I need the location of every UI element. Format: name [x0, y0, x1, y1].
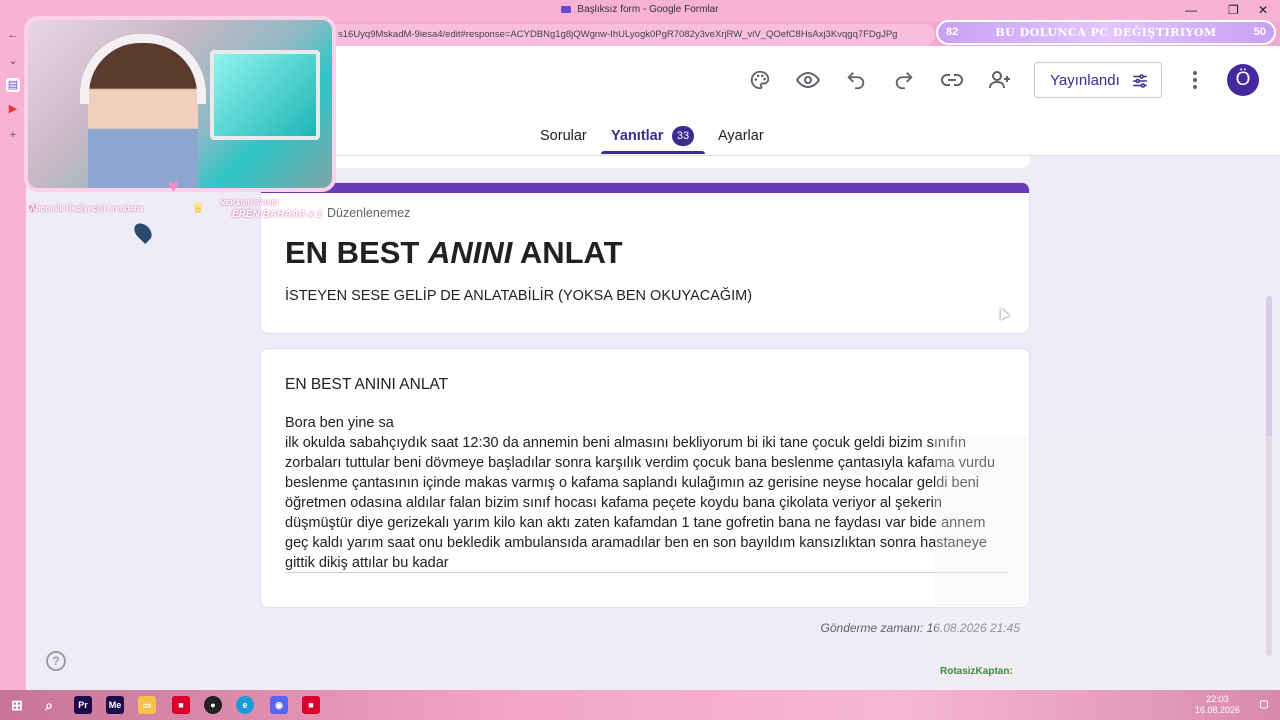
window-title: Başlıksız form - Google Formlar — [0, 4, 1280, 15]
form-title-part3: ANLAT — [512, 235, 623, 270]
add-collaborator-icon[interactable] — [988, 68, 1012, 92]
window-title-text: Başlıksız form - Google Formlar — [577, 4, 719, 15]
chevron-down-icon[interactable]: ⌄ — [6, 54, 20, 68]
responses-count-badge: 33 — [672, 126, 694, 146]
chat-username: RotasizKaptan: — [940, 666, 1013, 677]
publish-settings-icon — [1131, 72, 1149, 94]
windows-taskbar: ⊞ ⌕ Pr Me ▭ ■ ● e ◉ ■ 22:03 16.08.2026 ▢ — [0, 690, 1280, 720]
new-tab-icon[interactable]: + — [6, 128, 20, 142]
submission-timestamp: Gönderme zamanı: 16.08.2026 21:45 — [820, 621, 1020, 635]
windows-start-icon[interactable]: ⊞ — [8, 696, 26, 714]
form-title-part2: ANINI — [427, 235, 513, 270]
form-description: İSTEYEN SESE GELİP DE ANLATABİLİR (YOKSA… — [285, 288, 753, 304]
link-icon[interactable] — [940, 68, 964, 92]
youtube-tab-icon[interactable]: ▶ — [6, 102, 20, 116]
goal-target: 50 — [1253, 26, 1266, 38]
discord-icon[interactable]: ◉ — [270, 696, 288, 714]
maximize-icon[interactable]: ❐ — [1228, 3, 1239, 17]
minimize-icon[interactable]: — — [1185, 3, 1197, 17]
form-title-part1: EN BEST — [285, 235, 428, 270]
owner-title-label: MEKANIN SAHIBI — [220, 200, 279, 207]
non-editable-note: Düzenlenemez — [327, 206, 411, 220]
headset-icon — [80, 34, 206, 104]
stream-chat-overlay — [935, 436, 1280, 690]
more-options-icon[interactable] — [1183, 68, 1207, 92]
notifications-icon[interactable]: ▢ — [1255, 696, 1273, 714]
webcam-feed — [24, 16, 336, 192]
publish-button[interactable]: Yayınlandı — [1034, 62, 1162, 98]
webcam-monitor-shape — [210, 50, 320, 140]
help-icon[interactable]: ? — [46, 651, 66, 671]
subgift-label: Abonelik Hediyecisi erenbaha — [30, 204, 144, 213]
system-clock[interactable]: 22:03 16.08.2026 — [1195, 694, 1240, 716]
browser-sidebar: ← ⌄ ▤ ▶ + — [0, 22, 26, 690]
tab-questions[interactable]: Sorular — [540, 128, 587, 144]
close-icon[interactable]: ✕ — [1258, 3, 1268, 17]
response-card: EN BEST ANINI ANLAT Bora ben yine sa ilk… — [260, 348, 1030, 608]
chat-text: ... — [1015, 666, 1024, 677]
publish-label: Yayınlandı — [1050, 71, 1120, 89]
undo-icon[interactable] — [844, 68, 868, 92]
redo-icon[interactable] — [892, 68, 916, 92]
avatar[interactable]: Ö — [1227, 64, 1259, 96]
stream-goal-banner: 82 BU DOLUNCA PC DEĞIŞTIRIYOM 50 — [936, 20, 1276, 45]
forms-favicon-icon — [561, 5, 572, 13]
tab-settings[interactable]: Ayarlar — [718, 128, 764, 144]
premiere-icon[interactable]: Pr — [74, 696, 92, 714]
media-encoder-icon[interactable]: Me — [106, 696, 124, 714]
edge-icon[interactable]: e — [236, 696, 254, 714]
forms-tab-icon[interactable]: ▤ — [6, 78, 20, 92]
active-tab-indicator — [601, 151, 705, 154]
app-icon-red[interactable]: ■ — [172, 696, 190, 714]
preview-eye-icon[interactable] — [796, 68, 820, 92]
obs-icon[interactable]: ● — [204, 696, 222, 714]
owner-name-label: EREN BAHAAA x 1 — [232, 209, 323, 220]
form-header-card: Düzenlenemez EN BEST ANINI ANLAT İSTEYEN… — [260, 182, 1030, 334]
clock-date: 16.08.2026 — [1194, 705, 1240, 715]
question-title: EN BEST ANINI ANLAT — [285, 376, 449, 393]
answer-line: Bora ben yine sa — [285, 415, 394, 431]
file-explorer-icon[interactable]: ▭ — [138, 696, 156, 714]
tab-responses[interactable]: Yanıtlar — [611, 128, 663, 144]
search-icon[interactable]: ⌕ — [40, 696, 58, 714]
crown-icon: ♛ — [192, 200, 205, 216]
answer-underline — [285, 572, 1007, 573]
form-title: EN BEST ANINI ANLAT — [285, 235, 623, 271]
url-text: s16Uyq9MskadM-9iesa4/edit#response=ACYDB… — [338, 29, 898, 40]
answer-paragraph: ilk okulda sabahçıydık saat 12:30 da ann… — [285, 435, 996, 571]
heart-icon: ♥ — [168, 176, 179, 196]
back-icon[interactable]: ← — [6, 28, 20, 42]
app-icon-red-2[interactable]: ■ — [302, 696, 320, 714]
header-accent-stripe — [261, 183, 1029, 193]
chat-message: RotasizKaptan: ... — [940, 666, 1278, 677]
palette-icon[interactable] — [748, 68, 772, 92]
goal-text: BU DOLUNCA PC DEĞIŞTIRIYOM — [995, 26, 1217, 39]
previous-card-edge — [260, 156, 1030, 168]
clock-time: 22:03 — [1206, 694, 1229, 704]
answer-text: Bora ben yine sa ilk okulda sabahçıydık … — [285, 413, 1007, 573]
